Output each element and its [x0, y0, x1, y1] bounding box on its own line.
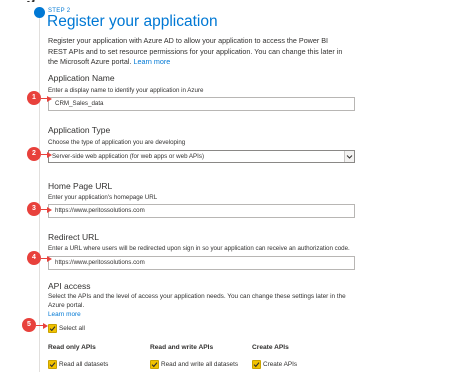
column-read-only-apis: Read only APIs: [48, 344, 96, 351]
column-read-write-apis: Read and write APIs: [150, 344, 214, 351]
read-all-datasets-checkbox[interactable]: [48, 360, 57, 369]
home-page-url-input[interactable]: https://www.peritossolutions.com: [48, 204, 355, 218]
intro-text: Register your application with Azure AD …: [48, 36, 348, 68]
annotation-marker-5: 5: [22, 318, 36, 332]
application-type-selected-value: Server-side web application (for web app…: [52, 153, 205, 160]
create-apis-label: Create APIs: [263, 361, 298, 368]
arrow-head-icon: [47, 255, 52, 262]
application-type-heading: Application Type: [48, 125, 111, 135]
create-apis-checkbox[interactable]: [252, 360, 261, 369]
read-write-all-datasets-label: Read and write all datasets: [161, 361, 239, 368]
arrow-head-icon: [43, 322, 48, 329]
api-access-text: Select the APIs and the level of access …: [48, 293, 346, 310]
learn-more-link[interactable]: Learn more: [134, 57, 171, 66]
annotation-marker-3: 3: [27, 202, 41, 216]
application-name-input[interactable]: CRM_Sales_data: [48, 97, 355, 111]
previous-section-title-fragment: g: [26, 0, 40, 2]
column-create-apis: Create APIs: [252, 344, 289, 351]
read-write-all-datasets-checkbox[interactable]: [150, 360, 159, 369]
checkmark-icon: [253, 362, 260, 368]
application-name-heading: Application Name: [48, 73, 115, 83]
api-learn-more-link[interactable]: Learn more: [48, 311, 81, 318]
application-name-hint: Enter a display name to identify your ap…: [48, 87, 204, 94]
chevron-down-icon[interactable]: [344, 151, 354, 162]
redirect-url-heading: Redirect URL: [48, 232, 100, 242]
step-indicator-dot: [34, 7, 45, 18]
arrow-head-icon: [47, 95, 52, 102]
checkmark-icon: [151, 362, 158, 368]
application-type-select[interactable]: Server-side web application (for web app…: [48, 150, 355, 163]
annotation-marker-2: 2: [27, 147, 41, 161]
arrow-head-icon: [47, 206, 52, 213]
redirect-url-input[interactable]: https://www.peritossolutions.com: [48, 256, 355, 270]
annotation-marker-1: 1: [27, 91, 41, 105]
intro-paragraph: Register your application with Azure AD …: [48, 36, 343, 66]
step-progress-rail: [39, 18, 40, 372]
checkmark-icon: [49, 326, 56, 332]
checkmark-icon: [49, 362, 56, 368]
select-all-label: Select all: [59, 325, 85, 332]
page-title: Register your application: [47, 13, 218, 30]
annotation-marker-4: 4: [27, 251, 41, 265]
select-all-checkbox[interactable]: [48, 324, 57, 333]
home-page-url-heading: Home Page URL: [48, 181, 113, 191]
application-type-hint: Choose the type of application you are d…: [48, 139, 186, 146]
redirect-url-hint: Enter a URL where users will be redirect…: [48, 245, 350, 252]
read-all-datasets-label: Read all datasets: [59, 361, 109, 368]
arrow-head-icon: [47, 151, 52, 158]
api-access-heading: API access: [48, 281, 91, 291]
home-page-url-hint: Enter your application's homepage URL: [48, 194, 158, 201]
api-access-description: Select the APIs and the level of access …: [48, 292, 352, 320]
